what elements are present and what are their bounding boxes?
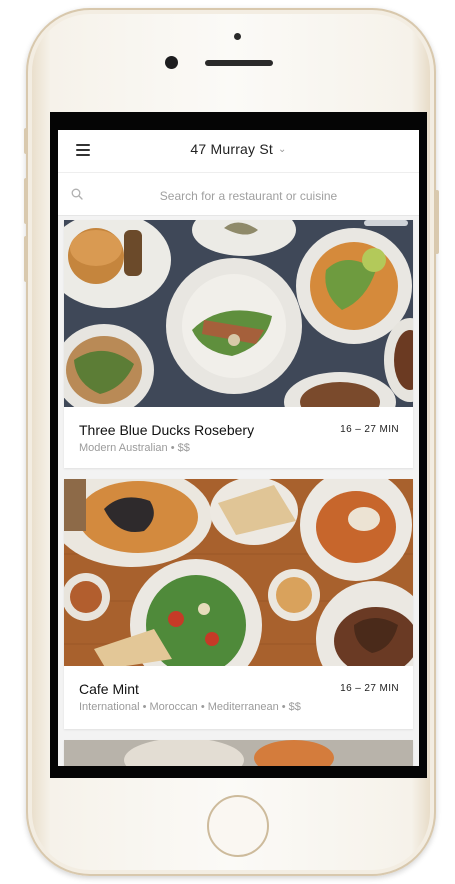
delivery-time: 16 – 27 MIN — [340, 424, 399, 435]
restaurant-card[interactable] — [64, 740, 413, 766]
delivery-location-text: 47 Murray St — [190, 141, 273, 157]
food-delivery-app: 47 Murray St ⌄ Search for a restaurant o… — [58, 130, 419, 766]
search-icon — [71, 188, 83, 200]
earpiece-speaker — [205, 60, 273, 66]
delivery-location-selector[interactable]: 47 Murray St ⌄ — [58, 141, 419, 157]
volume-up-button — [24, 178, 28, 224]
restaurant-tags: Modern Australian • $$ — [79, 442, 190, 454]
volume-down-button — [24, 236, 28, 282]
search-input[interactable] — [98, 185, 399, 207]
chevron-down-icon: ⌄ — [277, 144, 287, 155]
proximity-sensor — [234, 33, 241, 40]
restaurant-photo — [64, 479, 413, 666]
restaurant-name: Cafe Mint — [79, 681, 139, 697]
restaurant-tags: International • Moroccan • Mediterranean… — [79, 701, 301, 713]
restaurant-card[interactable]: Three Blue Ducks Rosebery 16 – 27 MIN Mo… — [64, 220, 413, 468]
restaurant-feed: Three Blue Ducks Rosebery 16 – 27 MIN Mo… — [58, 216, 419, 766]
phone-screen: 47 Murray St ⌄ Search for a restaurant o… — [50, 112, 427, 778]
restaurant-name: Three Blue Ducks Rosebery — [79, 422, 255, 438]
mute-switch — [24, 128, 28, 154]
search-bar[interactable] — [58, 172, 419, 216]
restaurant-photo — [64, 220, 413, 407]
restaurant-photo — [64, 740, 413, 766]
front-camera — [165, 56, 178, 69]
delivery-time: 16 – 27 MIN — [340, 683, 399, 694]
home-button[interactable] — [207, 795, 269, 857]
power-button — [435, 190, 439, 254]
top-bar: 47 Murray St ⌄ — [58, 130, 419, 172]
restaurant-card[interactable]: Cafe Mint 16 – 27 MIN International • Mo… — [64, 479, 413, 729]
